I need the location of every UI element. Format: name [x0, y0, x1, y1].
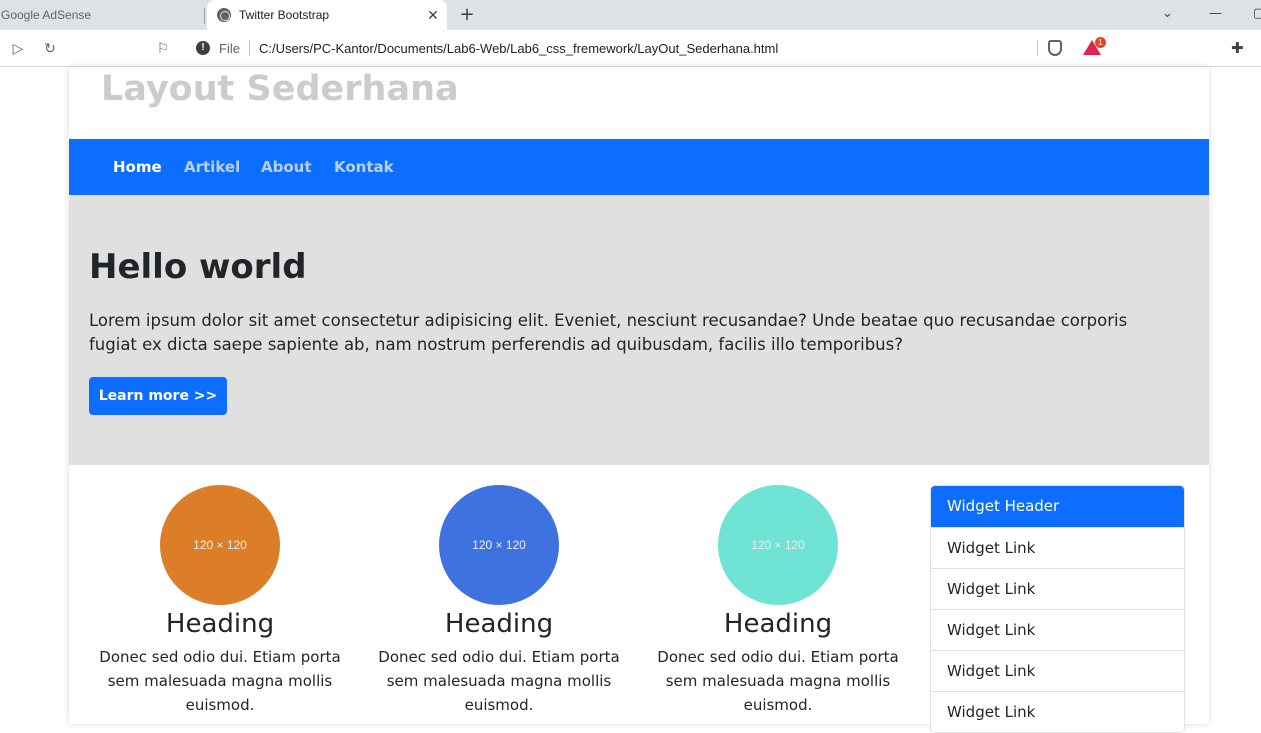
feature-card: 120 × 120 Heading Donec sed odio dui. Et…	[368, 485, 630, 717]
widget-header: Widget Header	[931, 486, 1184, 527]
tab-google-adsense[interactable]: Google AdSense	[0, 0, 205, 30]
widget-panel: Widget Header Widget Link Widget Link Wi…	[930, 485, 1185, 733]
widget-link[interactable]: Widget Link	[931, 568, 1184, 609]
scheme-label: File	[219, 40, 240, 56]
jumbotron-text: Lorem ipsum dolor sit amet consectetur a…	[89, 311, 1128, 354]
address-bar[interactable]: ! File C:/Users/PC-Kantor/Documents/Lab6…	[186, 34, 1108, 62]
divider	[1037, 40, 1038, 56]
browser-toolbar: ▷ ↻ ⚐ ! File C:/Users/PC-Kantor/Document…	[0, 30, 1261, 67]
extensions-icon[interactable]: ✚	[1231, 39, 1244, 57]
divider	[248, 40, 250, 56]
jumbotron: Hello world Lorem ipsum dolor sit amet c…	[69, 195, 1209, 465]
nav-about[interactable]: About	[261, 158, 312, 176]
tab-twitter-bootstrap[interactable]: Twitter Bootstrap ✕	[207, 0, 447, 30]
placeholder-image: 120 × 120	[160, 485, 280, 605]
tab-search-icon[interactable]: ⌄	[1162, 6, 1173, 21]
widget-link[interactable]: Widget Link	[931, 650, 1184, 691]
globe-icon	[217, 8, 231, 22]
placeholder-image: 120 × 120	[718, 485, 838, 605]
feature-heading: Heading	[165, 609, 275, 639]
tab-label: Google AdSense	[1, 8, 92, 22]
minimize-icon[interactable]: —	[1209, 6, 1222, 21]
play-icon[interactable]: ▷	[8, 39, 28, 59]
nav-kontak[interactable]: Kontak	[334, 158, 394, 176]
nav-home[interactable]: Home	[113, 158, 162, 176]
feature-text: Donec sed odio dui. Etiam porta sem male…	[657, 648, 899, 714]
feature-text: Donec sed odio dui. Etiam porta sem male…	[378, 648, 620, 714]
url-text[interactable]: C:/Users/PC-Kantor/Documents/Lab6-Web/La…	[259, 41, 778, 56]
navbar: Home Artikel About Kontak	[69, 139, 1209, 195]
feature-heading: Heading	[723, 609, 833, 639]
browser-tab-bar: Google AdSense Twitter Bootstrap ✕ + ⌄ —…	[0, 0, 1261, 30]
bookmark-icon[interactable]: ⚐	[153, 39, 173, 59]
reload-icon[interactable]: ↻	[40, 39, 60, 59]
maximize-icon[interactable]: ▢	[1253, 6, 1261, 21]
placeholder-image: 120 × 120	[439, 485, 559, 605]
feature-heading: Heading	[444, 609, 554, 639]
widget-link[interactable]: Widget Link	[931, 527, 1184, 568]
page-container: Layout Sederhana Home Artikel About Kont…	[69, 67, 1209, 733]
feature-card: 120 × 120 Heading Donec sed odio dui. Et…	[89, 485, 351, 717]
learn-more-button[interactable]: Learn more >>	[89, 377, 227, 415]
brave-shields-icon[interactable]	[1048, 40, 1062, 56]
site-title: Layout Sederhana	[101, 69, 459, 109]
tab-label: Twitter Bootstrap	[239, 8, 330, 22]
feature-card: 120 × 120 Heading Donec sed odio dui. Et…	[647, 485, 909, 717]
info-icon[interactable]: !	[196, 41, 210, 55]
feature-text: Donec sed odio dui. Etiam porta sem male…	[99, 648, 341, 714]
nav-artikel[interactable]: Artikel	[184, 158, 240, 176]
widget-link[interactable]: Widget Link	[931, 691, 1184, 732]
close-tab-icon[interactable]: ✕	[425, 7, 441, 23]
new-tab-icon[interactable]: +	[457, 5, 477, 25]
jumbotron-heading: Hello world	[89, 247, 307, 287]
widget-link[interactable]: Widget Link	[931, 609, 1184, 650]
rewards-badge: 1	[1095, 37, 1106, 48]
